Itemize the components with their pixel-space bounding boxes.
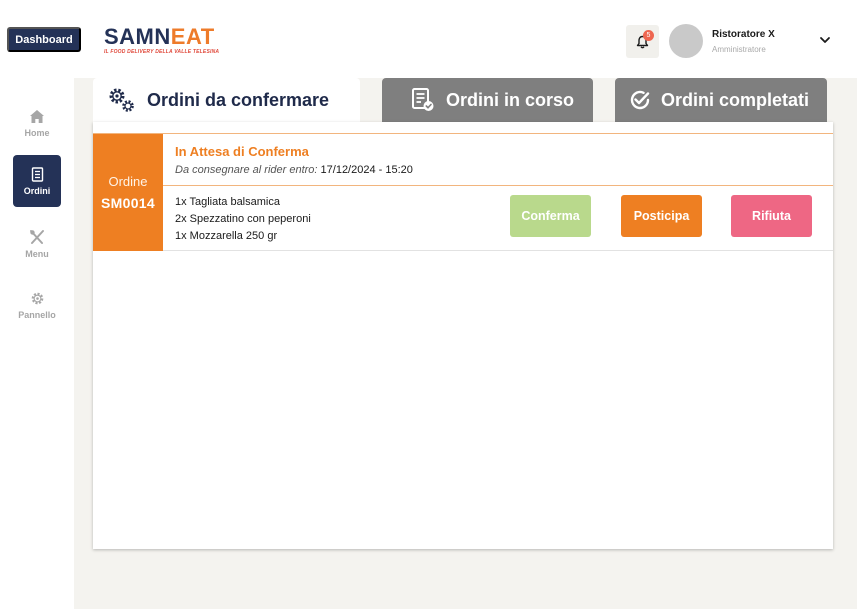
reject-button[interactable]: Rifiuta: [731, 195, 812, 237]
logo-wordmark-part-b: EAT: [170, 24, 215, 49]
top-header: Dashboard SAMNEAT IL FOOD DELIVERY DELLA…: [0, 0, 857, 78]
orders-list-icon: [31, 166, 43, 182]
sidebar-item-label: Ordini: [23, 185, 51, 196]
tab-label: Ordini da confermare: [147, 89, 330, 110]
delivery-deadline: Da consegnare al rider entro: 17/12/2024…: [175, 164, 413, 176]
chevron-down-icon[interactable]: [818, 34, 832, 46]
tab-ordini-completati[interactable]: Ordini completati: [615, 78, 827, 122]
order-item: 1x Tagliata balsamica: [175, 196, 280, 208]
order-card[interactable]: Ordine SM0014 In Attesa di Conferma Da c…: [93, 133, 833, 251]
order-items-list: 1x Tagliata balsamica 2x Spezzatino con …: [175, 194, 311, 245]
confirm-button[interactable]: Conferma: [510, 195, 591, 237]
notifications-button[interactable]: 5: [626, 25, 659, 58]
logo-tagline: IL FOOD DELIVERY DELLA VALLE TELESINA: [104, 49, 220, 55]
postpone-button[interactable]: Posticipa: [621, 195, 702, 237]
user-role: Amministratore: [712, 45, 766, 54]
delivery-deadline-label: Da consegnare al rider entro:: [175, 164, 318, 176]
logo-wordmark-part-a: SAMN: [104, 24, 171, 49]
samneat-logo[interactable]: SAMNEAT IL FOOD DELIVERY DELLA VALLE TEL…: [104, 26, 220, 56]
orders-panel: Ordine SM0014 In Attesa di Conferma Da c…: [93, 122, 833, 549]
sidebar-item-label: Home: [24, 127, 50, 138]
order-label: Ordine: [108, 174, 148, 189]
notification-count-badge: 5: [643, 30, 654, 41]
sidebar-item-ordini[interactable]: Ordini: [13, 155, 61, 207]
order-item: 2x Spezzatino con peperoni: [175, 213, 311, 225]
gear-icon: [31, 292, 43, 304]
order-item: 1x Mozzarella 250 gr: [175, 230, 278, 242]
order-id-box: Ordine SM0014: [93, 134, 163, 251]
sidebar-item-label: Pannello: [18, 309, 56, 320]
sidebar-item-home[interactable]: Home: [13, 97, 61, 149]
gears-icon: [109, 88, 134, 112]
tab-label: Ordini completati: [661, 89, 810, 110]
delivery-deadline-value: 17/12/2024 - 15:20: [320, 164, 413, 176]
sidebar-item-label: Menu: [25, 249, 49, 259]
user-name: Ristoratore X: [712, 29, 775, 40]
sidebar-item-menu[interactable]: Menu: [13, 218, 61, 270]
cutlery-icon: [30, 230, 44, 244]
order-code: SM0014: [101, 195, 155, 211]
receipt-check-icon: [412, 88, 434, 111]
tab-ordini-in-corso[interactable]: Ordini in corso: [382, 78, 593, 122]
dashboard-button[interactable]: Dashboard: [7, 27, 81, 52]
order-status: In Attesa di Conferma: [175, 144, 309, 159]
home-icon: [30, 109, 44, 123]
sidebar-item-pannello[interactable]: Pannello: [13, 279, 61, 331]
tab-label: Ordini in corso: [446, 89, 575, 110]
avatar[interactable]: [669, 24, 703, 58]
logo-wordmark: SAMNEAT: [104, 26, 219, 48]
check-circle-icon: [630, 90, 650, 110]
card-divider: [163, 185, 833, 186]
tab-ordini-da-confermare[interactable]: Ordini da confermare: [93, 78, 360, 122]
sidebar: Home Ordini Menu Pannello: [0, 78, 74, 609]
